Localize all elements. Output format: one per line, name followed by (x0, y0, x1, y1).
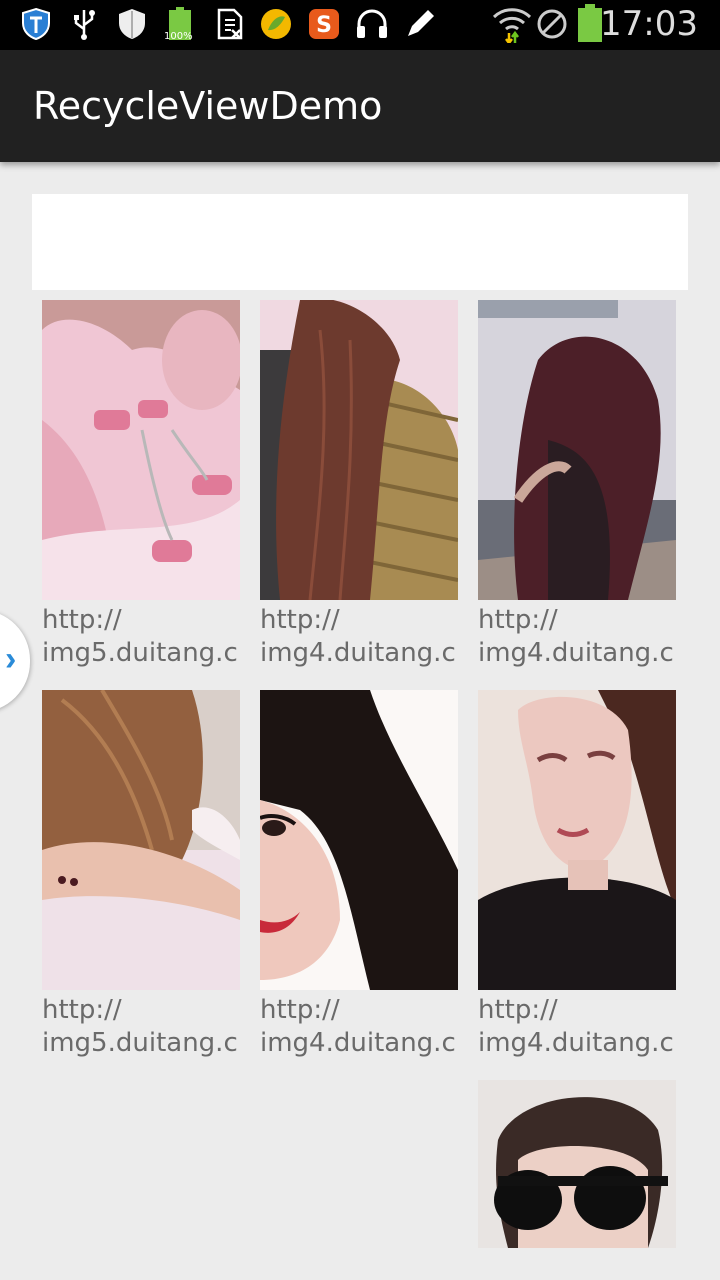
pencil-icon (402, 6, 438, 42)
svg-text:S: S (316, 13, 332, 38)
shield-icon (18, 6, 54, 42)
headphones-icon (354, 6, 390, 42)
usb-icon (66, 6, 102, 42)
grid-item[interactable]: http:// img4.duitang.c (260, 690, 458, 1060)
photo-thumbnail[interactable] (260, 300, 458, 600)
sim-icon (212, 6, 248, 42)
wifi-icon (492, 6, 532, 43)
image-url-caption: http:// img5.duitang.c (42, 995, 238, 1058)
photo-thumbnail[interactable] (478, 1080, 676, 1248)
grid-item[interactable]: http:// img4.duitang.c (478, 690, 676, 1060)
photo-thumbnail[interactable] (478, 300, 676, 600)
image-url-caption: http:// img4.duitang.c (260, 605, 456, 668)
photo-thumbnail[interactable] (478, 690, 676, 990)
photo-thumbnail[interactable] (42, 690, 240, 990)
status-bar: 100% S 17:03 (0, 0, 720, 50)
photo-thumbnail[interactable] (260, 690, 458, 990)
chevron-right-icon: › (5, 640, 17, 678)
photo-thumbnail[interactable] (42, 300, 240, 600)
page-title: RecycleViewDemo (33, 84, 383, 128)
status-time: 17:03 (600, 4, 698, 44)
image-grid[interactable]: http:// img5.duitang.c http:// img4.duit… (0, 300, 720, 1280)
image-url-caption: http:// img4.duitang.c (260, 995, 456, 1058)
grid-item[interactable]: http:// img5.duitang.c (42, 690, 240, 1060)
block-icon (534, 6, 570, 42)
grid-item[interactable]: http:// img4.duitang.c (478, 300, 676, 670)
lemon-app-icon (258, 6, 294, 42)
image-url-caption: http:// img4.duitang.c (478, 605, 674, 668)
grid-item[interactable]: http:// img5.duitang.c (42, 300, 240, 670)
grid-item[interactable] (478, 1080, 676, 1248)
app-bar: RecycleViewDemo (0, 50, 720, 162)
image-url-caption: http:// img4.duitang.c (478, 995, 674, 1058)
header-card (32, 194, 688, 290)
image-url-caption: http:// img5.duitang.c (42, 605, 238, 668)
grid-item[interactable]: http:// img4.duitang.c (260, 300, 458, 670)
security-icon (114, 6, 150, 42)
battery-percent-label: 100% (164, 31, 193, 42)
battery-full-icon: 100% (162, 6, 198, 42)
sogou-icon: S (306, 6, 342, 42)
